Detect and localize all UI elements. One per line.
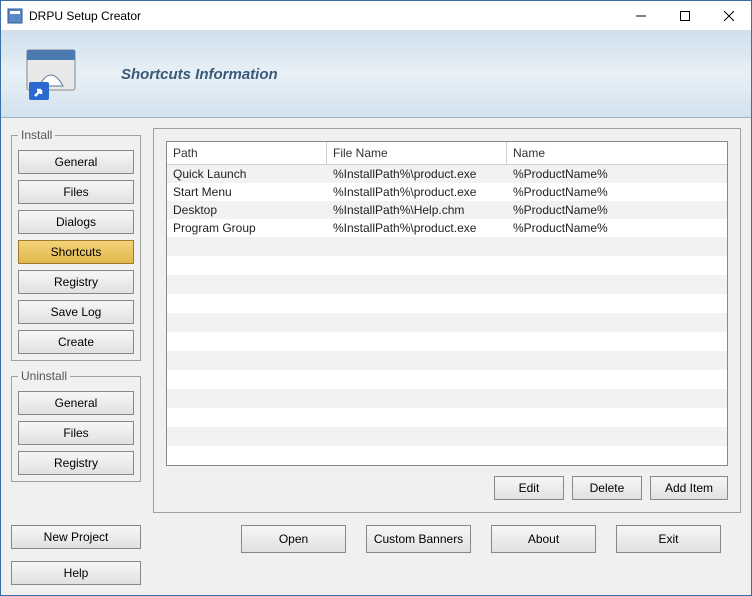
custom-banners-button[interactable]: Custom Banners [366, 525, 471, 553]
col-filename[interactable]: File Name [327, 142, 507, 164]
table-actions: Edit Delete Add Item [166, 476, 728, 500]
col-path[interactable]: Path [167, 142, 327, 164]
main-panel: Path File Name Name Quick Launch%Install… [153, 128, 741, 513]
shortcuts-table: Path File Name Name Quick Launch%Install… [166, 141, 728, 466]
cell-file: %InstallPath%\Help.chm [327, 201, 507, 219]
cell-path: Desktop [167, 201, 327, 219]
table-row-empty [167, 256, 727, 275]
close-button[interactable] [707, 1, 751, 30]
uninstall-general-button[interactable]: General [18, 391, 134, 415]
maximize-button[interactable] [663, 1, 707, 30]
install-group: Install General Files Dialogs Shortcuts Regi… [11, 128, 141, 361]
uninstall-registry-button[interactable]: Registry [18, 451, 134, 475]
table-row[interactable]: Program Group%InstallPath%\product.exe%P… [167, 219, 727, 237]
cell-file: %InstallPath%\product.exe [327, 183, 507, 201]
install-save-log-button[interactable]: Save Log [18, 300, 134, 324]
exit-button[interactable]: Exit [616, 525, 721, 553]
uninstall-legend: Uninstall [18, 369, 70, 383]
page-title: Shortcuts Information [121, 66, 278, 83]
table-body: Quick Launch%InstallPath%\product.exe%Pr… [167, 165, 727, 237]
table-row[interactable]: Quick Launch%InstallPath%\product.exe%Pr… [167, 165, 727, 183]
app-window: DRPU Setup Creator Shortcuts Information… [0, 0, 752, 596]
cell-file: %InstallPath%\product.exe [327, 165, 507, 183]
table-row[interactable]: Desktop%InstallPath%\Help.chm%ProductNam… [167, 201, 727, 219]
table-row-empty [167, 332, 727, 351]
install-files-button[interactable]: Files [18, 180, 134, 204]
table-row-empty [167, 237, 727, 256]
table-row-empty [167, 446, 727, 465]
delete-button[interactable]: Delete [572, 476, 642, 500]
table-row-empty [167, 370, 727, 389]
edit-button[interactable]: Edit [494, 476, 564, 500]
uninstall-group: Uninstall General Files Registry [11, 369, 141, 482]
new-project-button[interactable]: New Project [11, 525, 141, 549]
add-item-button[interactable]: Add Item [650, 476, 728, 500]
install-legend: Install [18, 128, 55, 142]
table-row-empty [167, 389, 727, 408]
window-title: DRPU Setup Creator [29, 9, 619, 23]
col-name[interactable]: Name [507, 142, 727, 164]
help-button[interactable]: Help [11, 561, 141, 585]
table-row-empty [167, 275, 727, 294]
open-button[interactable]: Open [241, 525, 346, 553]
cell-name: %ProductName% [507, 165, 727, 183]
uninstall-files-button[interactable]: Files [18, 421, 134, 445]
sidebar: Install General Files Dialogs Shortcuts Regi… [11, 128, 141, 513]
install-general-button[interactable]: General [18, 150, 134, 174]
shortcut-logo-icon [21, 44, 81, 104]
cell-name: %ProductName% [507, 183, 727, 201]
install-shortcuts-button[interactable]: Shortcuts [18, 240, 134, 264]
install-registry-button[interactable]: Registry [18, 270, 134, 294]
install-create-button[interactable]: Create [18, 330, 134, 354]
minimize-button[interactable] [619, 1, 663, 30]
cell-file: %InstallPath%\product.exe [327, 219, 507, 237]
cell-name: %ProductName% [507, 219, 727, 237]
cell-path: Quick Launch [167, 165, 327, 183]
table-header: Path File Name Name [167, 142, 727, 165]
cell-name: %ProductName% [507, 201, 727, 219]
content-area: Install General Files Dialogs Shortcuts Regi… [1, 118, 751, 595]
footer: New Project Help Open Custom Banners Abo… [11, 525, 741, 585]
table-row-empty [167, 408, 727, 427]
install-dialogs-button[interactable]: Dialogs [18, 210, 134, 234]
table-row-empty [167, 351, 727, 370]
table-row-empty [167, 294, 727, 313]
table-row[interactable]: Start Menu%InstallPath%\product.exe%Prod… [167, 183, 727, 201]
app-icon [7, 8, 23, 24]
table-row-empty [167, 313, 727, 332]
titlebar: DRPU Setup Creator [1, 1, 751, 31]
table-row-empty [167, 427, 727, 446]
cell-path: Program Group [167, 219, 327, 237]
about-button[interactable]: About [491, 525, 596, 553]
cell-path: Start Menu [167, 183, 327, 201]
header-banner: Shortcuts Information [1, 31, 751, 118]
